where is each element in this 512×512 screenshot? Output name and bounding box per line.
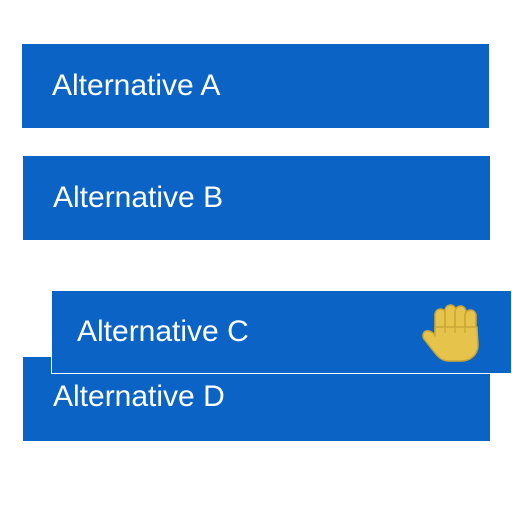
- option-alternative-b[interactable]: Alternative B: [23, 156, 490, 240]
- option-alternative-c-dragging[interactable]: Alternative C: [51, 290, 512, 374]
- option-alternative-a[interactable]: Alternative A: [22, 44, 489, 128]
- grab-hand-icon: [422, 304, 479, 362]
- sortable-list: Alternative A Alternative B Alternative …: [0, 0, 512, 512]
- option-label: Alternative B: [53, 181, 224, 214]
- option-label: Alternative A: [52, 69, 221, 102]
- option-label: Alternative C: [77, 315, 249, 348]
- option-label: Alternative D: [53, 380, 225, 413]
